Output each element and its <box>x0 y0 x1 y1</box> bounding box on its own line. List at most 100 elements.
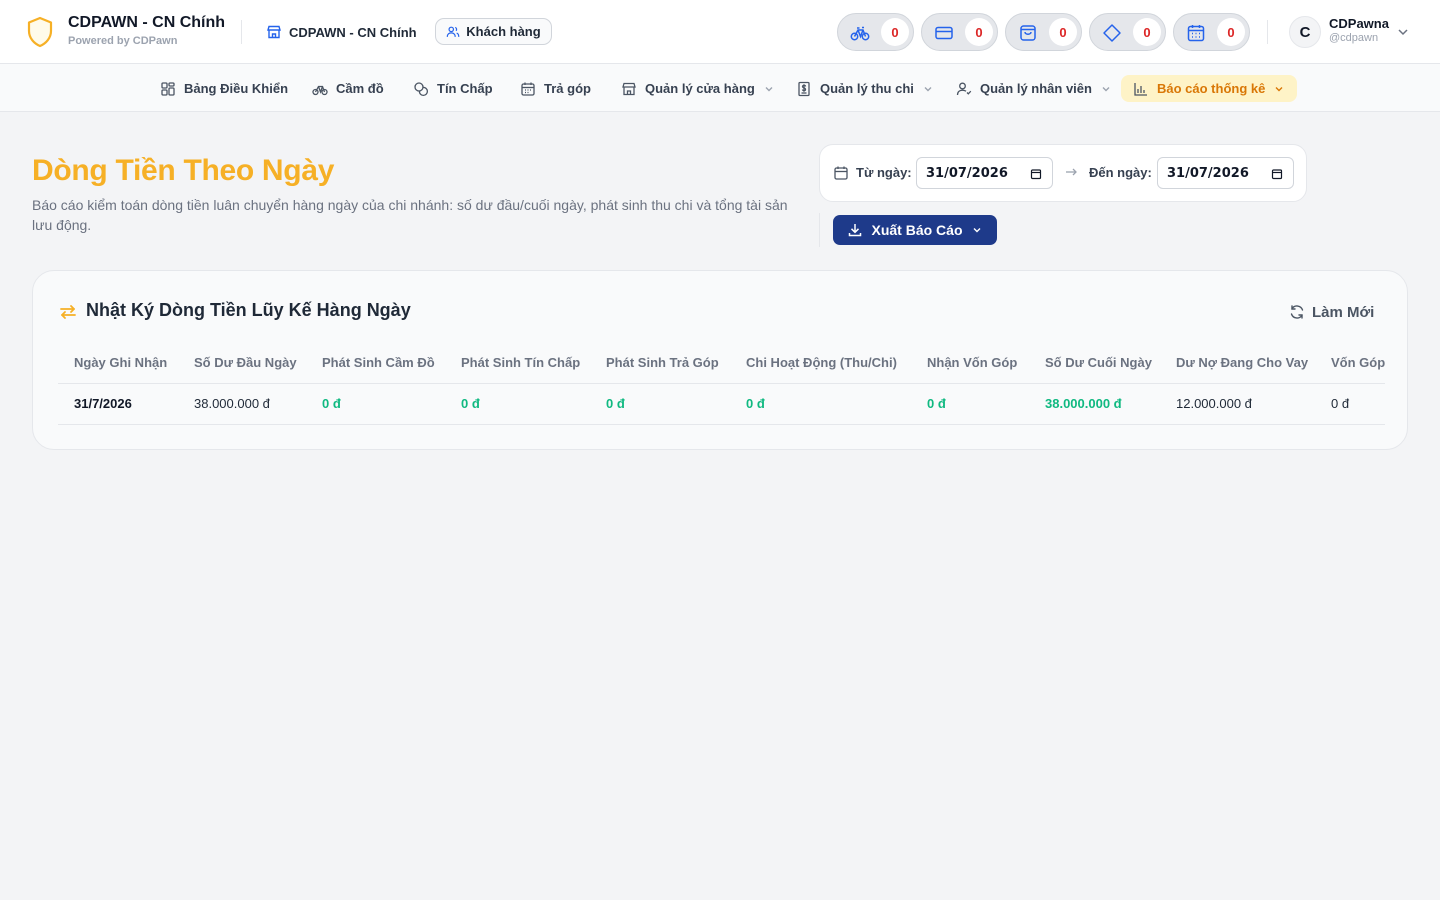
divider <box>819 213 820 247</box>
store-icon <box>622 82 636 95</box>
stat-count: 0 <box>1217 18 1245 46</box>
divider <box>58 383 1385 384</box>
branch-selector[interactable]: CDPAWN - CN Chính <box>266 22 417 42</box>
nav-credit[interactable]: Tín Chấp <box>413 75 493 102</box>
customers-button[interactable]: Khách hàng <box>435 18 552 45</box>
from-date-input[interactable]: 31/07/2026 <box>916 157 1053 189</box>
nav-pawn[interactable]: Cầm đồ <box>312 75 384 102</box>
nav-reports[interactable]: Báo cáo thống kê <box>1121 75 1298 102</box>
coins-icon <box>414 81 429 96</box>
nav-label: Quản lý cửa hàng <box>645 81 755 96</box>
nav-dashboard[interactable]: Bảng Điều Khiển <box>160 75 288 102</box>
nav-staff-management[interactable]: Quản lý nhân viên <box>956 75 1112 102</box>
bar-chart-icon <box>1134 82 1147 96</box>
export-report-button[interactable]: Xuất Báo Cáo <box>833 215 997 245</box>
calendar-icon <box>1187 25 1205 42</box>
chevron-down-icon <box>1102 86 1110 91</box>
table-header[interactable]: Số Dư Cuối Ngày <box>1045 355 1152 370</box>
stat-count: 0 <box>965 18 993 46</box>
nav-installment[interactable]: Trả góp <box>520 75 591 102</box>
stat-pawn-bikes[interactable]: 0 <box>837 13 914 51</box>
cashflow-ledger-card: Nhật Ký Dòng Tiền Lũy Kế Hàng Ngày Làm M… <box>32 270 1408 450</box>
nav-label: Tín Chấp <box>437 81 493 96</box>
brand-subtitle: Powered by CDPawn <box>68 35 178 47</box>
stat-count: 0 <box>1049 18 1077 46</box>
table-header[interactable]: Ngày Ghi Nhận <box>74 355 167 370</box>
receipt-icon <box>798 81 810 96</box>
users-icon <box>446 26 460 37</box>
user-handle: @cdpawn <box>1329 32 1379 44</box>
stat-cards[interactable]: 0 <box>921 13 998 51</box>
nav-label: Trả góp <box>544 81 591 96</box>
divider <box>58 424 1385 425</box>
refresh-icon <box>1290 305 1304 319</box>
table-header[interactable]: Nhận Vốn Góp <box>927 355 1017 370</box>
store-icon <box>267 25 281 39</box>
bicycle-icon <box>312 85 328 95</box>
divider <box>241 20 242 44</box>
nav-label: Cầm đồ <box>336 81 384 96</box>
table-cell: 0 đ <box>461 396 480 411</box>
chevron-down-icon <box>973 228 980 233</box>
to-date-label: Đến ngày: <box>1089 165 1152 180</box>
table-header[interactable]: Phát Sinh Trả Góp <box>606 355 719 370</box>
table-header[interactable]: Vốn Góp <box>1331 355 1385 370</box>
table-cell: 12.000.000 đ <box>1176 396 1252 411</box>
export-label: Xuất Báo Cáo <box>871 222 963 238</box>
nav-label: Quản lý nhân viên <box>980 81 1092 96</box>
table-cell: 38.000.000 đ <box>1045 396 1122 411</box>
from-date-label: Từ ngày: <box>856 165 912 180</box>
to-date-value: 31/07/2026 <box>1167 165 1249 181</box>
arrow-right-icon <box>1066 168 1077 176</box>
avatar[interactable]: C <box>1289 16 1321 48</box>
table-cell: 31/7/2026 <box>74 396 132 411</box>
nav-income-expense[interactable]: Quản lý thu chi <box>796 75 934 102</box>
brand-title[interactable]: CDPAWN - CN Chính <box>68 14 225 32</box>
table-header[interactable]: Phát Sinh Tín Chấp <box>461 355 580 370</box>
page-title: Dòng Tiền Theo Ngày <box>32 154 335 187</box>
nav-store-management[interactable]: Quản lý cửa hàng <box>621 75 775 102</box>
stat-bags[interactable]: 0 <box>1005 13 1082 51</box>
table-header[interactable]: Phát Sinh Cầm Đồ <box>322 355 435 370</box>
nav-label: Báo cáo thống kê <box>1157 81 1266 96</box>
calendar-icon <box>834 166 848 180</box>
bicycle-icon <box>850 26 870 41</box>
calendar-icon[interactable] <box>1271 168 1283 180</box>
table-cell: 0 đ <box>322 396 341 411</box>
stat-diamonds[interactable]: 0 <box>1089 13 1166 51</box>
branch-label: CDPAWN - CN Chính <box>289 24 417 40</box>
refresh-label: Làm Mới <box>1312 303 1375 321</box>
chevron-down-icon <box>765 86 773 91</box>
calendar-icon[interactable] <box>1030 168 1042 180</box>
swap-arrows-icon <box>60 305 76 319</box>
user-name[interactable]: CDPawna <box>1329 16 1389 31</box>
user-icon <box>956 82 972 95</box>
page-description: Báo cáo kiểm toán dòng tiền luân chuyển … <box>32 197 788 233</box>
table-cell: 0 đ <box>746 396 765 411</box>
shopping-bag-icon <box>1020 25 1036 41</box>
chevron-down-icon[interactable] <box>1396 25 1410 39</box>
shield-logo-icon <box>27 16 53 48</box>
table-cell: 0 đ <box>927 396 946 411</box>
top-header: CDPAWN - CN Chính Powered by CDPawn CDPA… <box>0 0 1440 64</box>
chevron-down-icon <box>1275 86 1283 91</box>
table-header[interactable]: Số Dư Đầu Ngày <box>194 355 297 370</box>
refresh-button[interactable]: Làm Mới <box>1289 301 1374 323</box>
calendar-icon <box>521 82 535 96</box>
customers-label: Khách hàng <box>466 24 541 39</box>
download-icon <box>849 224 862 237</box>
diamond-icon <box>1103 24 1121 42</box>
card-title: Nhật Ký Dòng Tiền Lũy Kế Hàng Ngày <box>86 300 411 320</box>
date-range-filter: Từ ngày: 31/07/2026 Đến ngày: 31/07/2026 <box>819 144 1307 202</box>
to-date-input[interactable]: 31/07/2026 <box>1157 157 1294 189</box>
stat-count: 0 <box>881 18 909 46</box>
table-cell: 38.000.000 đ <box>194 396 270 411</box>
main-nav: Bảng Điều Khiển Cầm đồ Tín Chấp Trả góp … <box>0 64 1440 112</box>
nav-label: Quản lý thu chi <box>820 81 914 96</box>
stat-installments[interactable]: 0 <box>1173 13 1250 51</box>
table-header[interactable]: Chi Hoạt Động (Thu/Chi) <box>746 355 897 370</box>
chevron-down-icon <box>924 86 932 91</box>
dashboard-icon <box>161 81 175 96</box>
table-header[interactable]: Dư Nợ Đang Cho Vay <box>1176 355 1308 370</box>
table-cell: 0 đ <box>606 396 625 411</box>
